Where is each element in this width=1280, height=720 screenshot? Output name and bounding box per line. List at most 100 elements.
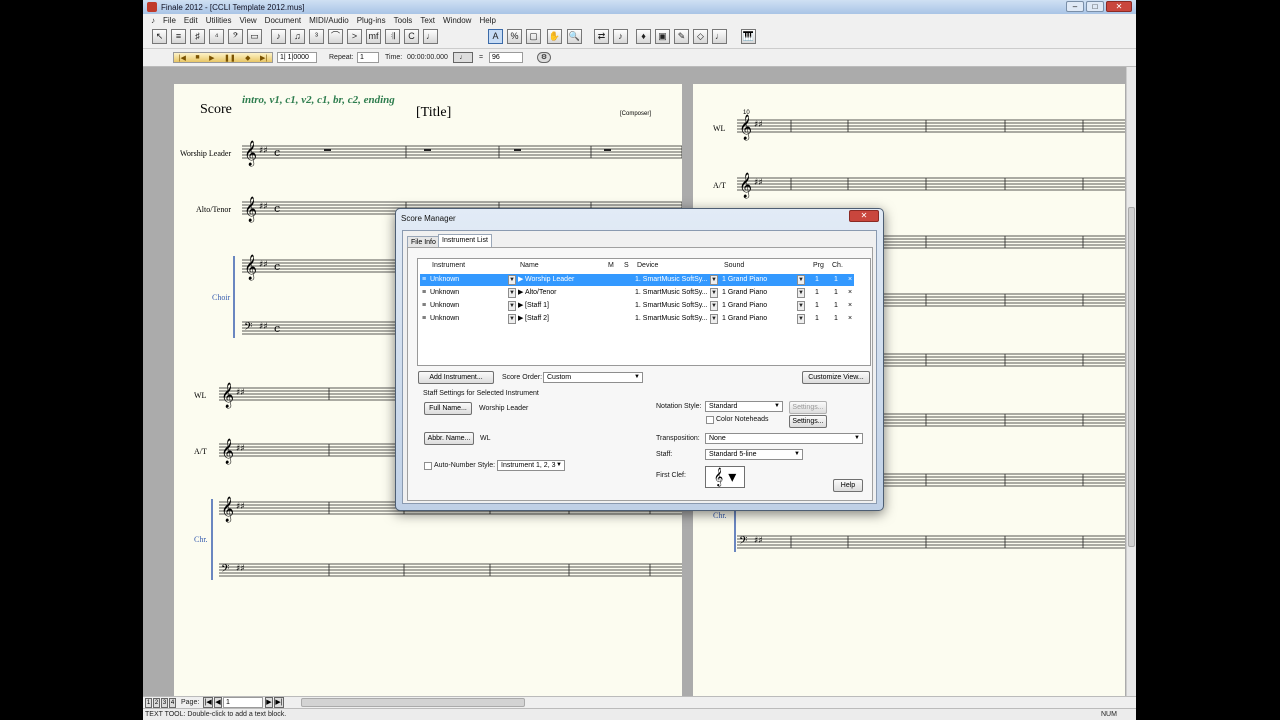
drag-handle-icon[interactable]: ≡: [422, 274, 426, 286]
record-icon[interactable]: ◆: [245, 54, 250, 62]
remove-icon[interactable]: ×: [848, 300, 852, 312]
maximize-button[interactable]: □: [1086, 1, 1104, 12]
tab-instrument-list[interactable]: Instrument List: [438, 234, 492, 248]
zoom-icon[interactable]: 🔍: [567, 29, 582, 44]
page-number-field[interactable]: 1: [223, 697, 263, 708]
chevron-down-icon[interactable]: ▼: [710, 275, 718, 285]
menu-utilities[interactable]: Utilities: [202, 16, 236, 25]
repeat-icon[interactable]: 𝄇: [385, 29, 400, 44]
graphics-icon[interactable]: ▣: [655, 29, 670, 44]
col-instrument[interactable]: Instrument: [432, 262, 465, 269]
color-noteheads-checkbox[interactable]: [706, 416, 714, 424]
col-s[interactable]: S: [624, 262, 629, 269]
special-tools-icon[interactable]: ♦: [636, 29, 651, 44]
expand-icon[interactable]: ▶: [518, 313, 523, 325]
col-device[interactable]: Device: [637, 262, 658, 269]
page-tab-3[interactable]: 3: [161, 698, 168, 708]
table-row[interactable]: ≡ Unknown ▶ [Staff 2] 1. SmartMusic SoftSy..…: [420, 313, 854, 325]
tempo-note-icon[interactable]: ♩: [453, 52, 473, 63]
p2-staff-name-at[interactable]: A/T: [713, 181, 726, 190]
staff-name-chr[interactable]: Chr.: [194, 535, 208, 544]
first-page-icon[interactable]: |◀: [203, 697, 213, 708]
table-row[interactable]: ≡ Unknown ▶ Worship Leader 1. SmartMusic Sof…: [420, 274, 854, 286]
menu-text[interactable]: Text: [416, 16, 439, 25]
page-tab-2[interactable]: 2: [153, 698, 160, 708]
expand-icon[interactable]: ▶: [518, 300, 523, 312]
add-instrument-button[interactable]: Add Instrument...: [418, 371, 494, 384]
horizontal-scroll-thumb[interactable]: [301, 698, 525, 707]
menu-edit[interactable]: Edit: [180, 16, 202, 25]
last-page-icon[interactable]: ▶|: [274, 697, 284, 708]
key-signature-icon[interactable]: ♯: [190, 29, 205, 44]
tempo-field[interactable]: 96: [489, 52, 523, 63]
doc-menu-icon[interactable]: ♪: [147, 16, 159, 25]
measure-icon[interactable]: ▭: [247, 29, 262, 44]
mirror-icon[interactable]: ⇄: [594, 29, 609, 44]
menu-tools[interactable]: Tools: [390, 16, 417, 25]
vertical-scrollbar[interactable]: [1126, 67, 1136, 696]
speedy-entry-icon[interactable]: ♫: [290, 29, 305, 44]
fast-forward-icon[interactable]: ▶|: [260, 54, 267, 62]
staff-name-alto-tenor[interactable]: Alto/Tenor: [196, 205, 231, 214]
lyrics-icon[interactable]: ♩: [423, 29, 438, 44]
hand-grabber-icon[interactable]: ✋: [547, 29, 562, 44]
rewind-icon[interactable]: |◀: [179, 54, 186, 62]
vertical-scroll-thumb[interactable]: [1128, 207, 1135, 547]
resize-icon[interactable]: %: [507, 29, 522, 44]
col-sound[interactable]: Sound: [724, 262, 744, 269]
menu-window[interactable]: Window: [439, 16, 475, 25]
chevron-down-icon[interactable]: ▼: [508, 288, 516, 298]
chevron-down-icon[interactable]: ▼: [710, 314, 718, 324]
notation-style-select[interactable]: Standard ▼: [705, 401, 783, 412]
col-ch[interactable]: Ch.: [832, 262, 843, 269]
customize-view-button[interactable]: Customize View...: [802, 371, 870, 384]
chevron-down-icon[interactable]: ▼: [797, 288, 805, 298]
staff-name-choir[interactable]: Choir: [212, 293, 230, 302]
prev-page-icon[interactable]: ◀: [214, 697, 222, 708]
remove-icon[interactable]: ×: [848, 313, 852, 325]
stop-icon[interactable]: ■: [195, 54, 199, 61]
tuplet-icon[interactable]: ³: [309, 29, 324, 44]
staff-tool-icon[interactable]: ≡: [171, 29, 186, 44]
drag-handle-icon[interactable]: ≡: [422, 300, 426, 312]
menu-file[interactable]: File: [159, 16, 180, 25]
play-icon[interactable]: ▶: [209, 54, 214, 62]
p2-staff-name-chr[interactable]: Chr.: [713, 511, 727, 520]
next-page-icon[interactable]: ▶: [265, 697, 273, 708]
drag-handle-icon[interactable]: ≡: [422, 313, 426, 325]
col-m[interactable]: M: [608, 262, 614, 269]
selection-tool-icon[interactable]: ↖: [152, 29, 167, 44]
menu-view[interactable]: View: [235, 16, 260, 25]
notation-settings-button[interactable]: Settings...: [789, 401, 827, 414]
abbr-name-button[interactable]: Abbr. Name...: [424, 432, 474, 445]
table-row[interactable]: ≡ Unknown ▶ Alto/Tenor 1. SmartMusic SoftSy.…: [420, 287, 854, 299]
smart-shape-icon[interactable]: ⌒: [328, 29, 343, 44]
chevron-down-icon[interactable]: ▼: [508, 314, 516, 324]
p2-staff-name-wl[interactable]: WL: [713, 124, 725, 133]
table-row[interactable]: ≡ Unknown ▶ [Staff 1] 1. SmartMusic SoftSy..…: [420, 300, 854, 312]
text-icon[interactable]: A: [488, 29, 503, 44]
drag-handle-icon[interactable]: ≡: [422, 287, 426, 299]
remove-icon[interactable]: ×: [848, 274, 852, 286]
page-layout-icon[interactable]: ▢: [526, 29, 541, 44]
hyperscribe-icon[interactable]: 🎹: [741, 29, 756, 44]
clef-icon[interactable]: 𝄢: [228, 29, 243, 44]
menu-midi-audio[interactable]: MIDI/Audio: [305, 16, 353, 25]
col-prg[interactable]: Prg: [813, 262, 824, 269]
pause-icon[interactable]: ❚❚: [224, 54, 236, 62]
treble-clef-icon[interactable]: 𝄞 ▾: [705, 466, 745, 488]
transposition-select[interactable]: None ▼: [705, 433, 863, 444]
note-mover-icon[interactable]: ♪: [613, 29, 628, 44]
measure-field[interactable]: 1| 1|0000: [277, 52, 317, 63]
expression-icon[interactable]: mf: [366, 29, 381, 44]
expand-icon[interactable]: ▶: [518, 274, 523, 286]
chevron-down-icon[interactable]: ▼: [508, 301, 516, 311]
auto-number-checkbox[interactable]: [424, 462, 432, 470]
minimize-button[interactable]: –: [1066, 1, 1084, 12]
repeat-field[interactable]: 1: [357, 52, 379, 63]
full-name-button[interactable]: Full Name...: [424, 402, 472, 415]
chord-icon[interactable]: C: [404, 29, 419, 44]
articulation-icon[interactable]: >: [347, 29, 362, 44]
chevron-down-icon[interactable]: ▼: [797, 314, 805, 324]
menu-document[interactable]: Document: [261, 16, 305, 25]
